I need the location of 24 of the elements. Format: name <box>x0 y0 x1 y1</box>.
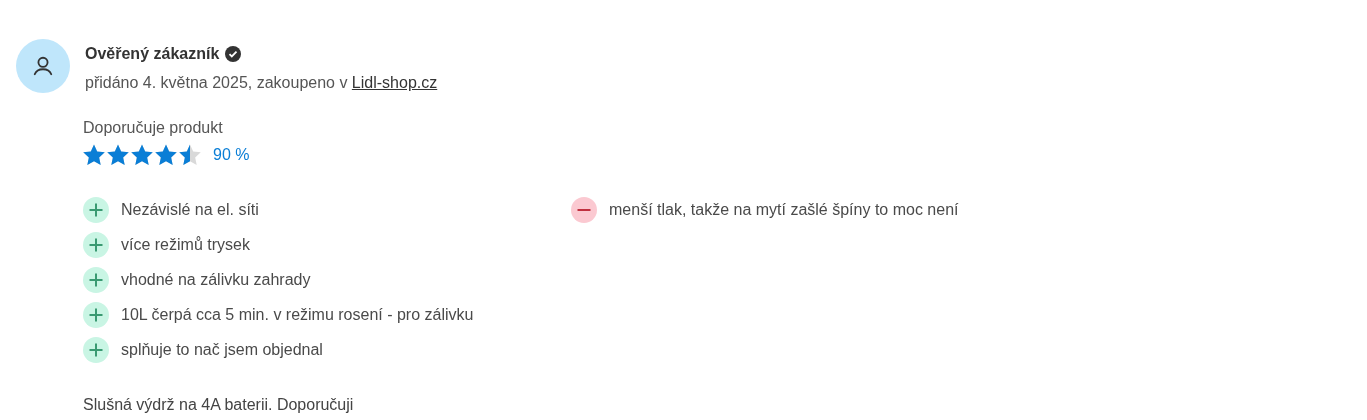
star-icon <box>83 144 105 166</box>
plus-icon <box>83 266 109 293</box>
user-icon <box>32 55 54 77</box>
pro-text: více režimů trysek <box>121 234 250 255</box>
pro-text: vhodné na zálivku zahrady <box>121 269 311 290</box>
star-icon <box>179 144 201 166</box>
shop-link[interactable]: Lidl-shop.cz <box>351 74 438 91</box>
star-icon <box>155 144 177 166</box>
rating-percent: 90 % <box>213 145 250 165</box>
pro-text: Nezávislé na el. síti <box>121 199 259 220</box>
plus-icon <box>83 231 109 258</box>
star-icon <box>131 144 153 166</box>
recommend-label: Doporučuje produkt <box>83 118 224 138</box>
star-icon <box>107 144 129 166</box>
con-text: menší tlak, takže na mytí zašlé špíny to moc není <box>609 199 959 220</box>
pro-text: splňuje to nač jsem objednal <box>121 339 323 360</box>
pro-text: 10L čerpá cca 5 min. v režimu rosení - pro zálivku <box>121 304 474 325</box>
minus-icon <box>571 196 597 223</box>
author-name: Ověřený zákazník <box>85 44 220 64</box>
review-meta: přidáno 4. května 2025, zakoupeno v <box>85 74 349 91</box>
review-text: Slušná výdrž na 4A baterii. Doporučuji <box>83 395 355 415</box>
plus-icon <box>83 301 109 328</box>
plus-icon <box>83 196 109 223</box>
plus-icon <box>83 336 109 363</box>
